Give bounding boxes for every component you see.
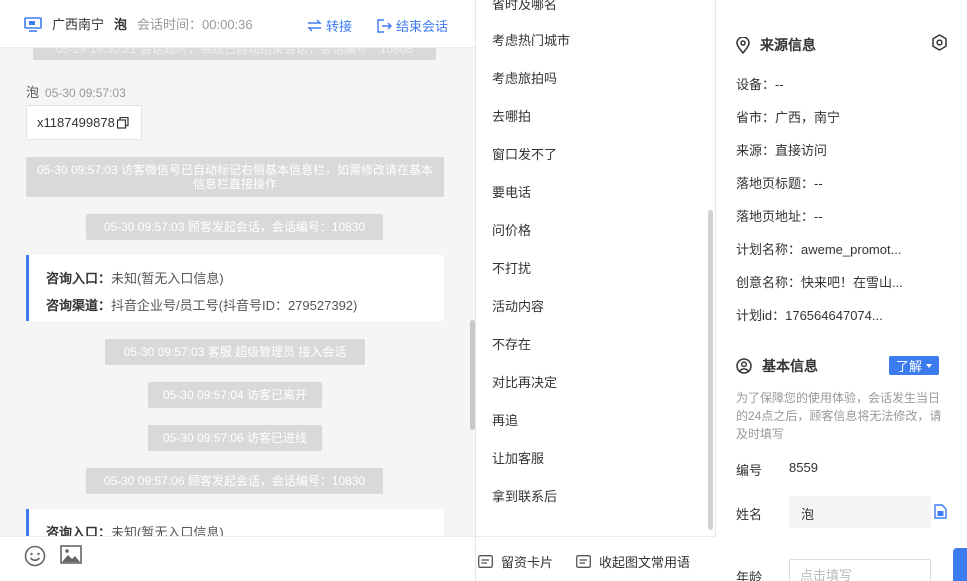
customer-info-pane: 来源信息 设备：-- 省市：广西，南宁 来源：直接访问 落地页标题：-- 落地页… xyxy=(716,0,967,581)
system-message: 05-30 09:57:06 顾客发起会话，会话编号：10830 xyxy=(86,468,383,494)
visitor-name: 泡 xyxy=(114,17,128,32)
phrase-item[interactable]: 要电话 xyxy=(492,182,531,201)
emoji-icon[interactable] xyxy=(24,545,46,567)
transfer-icon xyxy=(307,19,322,32)
collapse-phrases-button[interactable]: 收起图文常用语 xyxy=(576,552,690,571)
source-creative-name: 创意名称：快来吧！在雪山... xyxy=(736,275,903,290)
chat-toolbar xyxy=(0,536,475,581)
channel-value: 抖音企业号/员工号(抖音号ID：279527392) xyxy=(111,298,358,313)
system-message: 05-30 09:57:03 顾客发起会话，会话编号：10830 xyxy=(86,214,383,240)
source-plan-name: 计划名称：aweme_promot... xyxy=(736,242,902,257)
source-province-city: 省市：广西，南宁 xyxy=(736,110,841,125)
card-icon xyxy=(478,555,493,568)
source-info-title: 来源信息 xyxy=(736,35,816,55)
phrase-item[interactable]: 让加客服 xyxy=(492,448,544,467)
image-icon[interactable] xyxy=(60,545,82,565)
source-device: 设备：-- xyxy=(736,77,784,92)
floating-side-button[interactable] xyxy=(953,548,967,581)
phrase-item[interactable]: 不打扰 xyxy=(492,258,531,277)
transfer-label: 转接 xyxy=(326,19,353,34)
chat-pane: 05-29 19:30:21 会话超时，系统已自动结束会话，会话编号：10808… xyxy=(0,0,476,581)
phrase-item[interactable]: 窗口发不了 xyxy=(492,144,557,163)
phrase-scrollbar[interactable] xyxy=(708,210,713,530)
chat-header: 广西南宁 泡 会话时间：00:00:36 转接 结束会话 xyxy=(0,0,475,48)
leave-info-card-label: 留资卡片 xyxy=(501,555,554,570)
visitor-name-line: 泡 05-30 09:57:03 xyxy=(26,82,126,101)
system-message: 05-30 09:57:03 客服 超级管理员 接入会话 xyxy=(105,339,365,365)
phrase-item[interactable]: 不存在 xyxy=(492,334,531,353)
system-message: 05-30 09:57:03 访客微信号已自动标记右侧基本信息栏，如需修改请在基… xyxy=(26,157,444,197)
phrase-item[interactable]: 拿到联系后 xyxy=(492,486,557,505)
entry-label: 咨询入口： xyxy=(46,271,112,286)
copy-icon[interactable] xyxy=(934,504,947,519)
age-input[interactable] xyxy=(789,559,931,581)
phrase-item[interactable]: 考虑旅拍吗 xyxy=(492,68,557,87)
source-plan-id: 计划id：176564647074... xyxy=(736,308,883,323)
learn-more-dropdown[interactable]: 了解 xyxy=(889,356,939,375)
visitor-name: 泡 xyxy=(26,85,40,100)
basic-info-title: 基本信息 xyxy=(736,356,818,376)
phrase-item[interactable]: 考虑热门城市 xyxy=(492,30,570,49)
end-session-button[interactable]: 结束会话 xyxy=(377,16,448,35)
leave-info-card-button[interactable]: 留资卡片 xyxy=(478,552,553,571)
exit-icon xyxy=(377,18,392,33)
consult-info-card: 咨询入口：未知(暂无入口信息) 咨询渠道：抖音企业号/员工号(抖音号ID：279… xyxy=(26,255,444,321)
message-icon xyxy=(576,555,591,568)
end-session-label: 结束会话 xyxy=(396,19,449,34)
phrase-item[interactable]: 对比再决定 xyxy=(492,372,557,391)
visitor-msg-time: 05-30 09:57:03 xyxy=(45,86,126,100)
system-message: 05-30 09:57:06 访客已进线 xyxy=(148,425,322,451)
id-value: 8559 xyxy=(789,460,818,475)
channel-label: 咨询渠道： xyxy=(46,298,112,313)
name-field[interactable]: 泡 xyxy=(789,496,931,528)
chat-scrollbar[interactable] xyxy=(470,320,475,430)
phrase-footer: 留资卡片 收起图文常用语 xyxy=(476,536,716,581)
caret-down-icon xyxy=(926,363,932,368)
visitor-location: 广西南宁 xyxy=(52,17,105,32)
collapse-phrases-label: 收起图文常用语 xyxy=(599,555,691,570)
phrase-item[interactable]: 去哪拍 xyxy=(492,106,531,125)
message-list[interactable]: 05-29 19:30:21 会话超时，系统已自动结束会话，会话编号：10808… xyxy=(0,38,475,575)
session-duration: 会话时间：00:00:36 xyxy=(137,17,253,32)
wechat-id-text: x1187499878 xyxy=(37,115,115,130)
source-origin: 来源：直接访问 xyxy=(736,143,828,158)
transfer-button[interactable]: 转接 xyxy=(307,16,352,35)
system-message: 05-30 09:57:04 访客已离开 xyxy=(148,382,322,408)
phrase-item[interactable]: 省时及哪名 xyxy=(492,0,557,13)
phrase-item[interactable]: 再追 xyxy=(492,410,518,429)
copy-icon[interactable] xyxy=(116,116,129,129)
id-label: 编号 xyxy=(736,463,763,478)
quick-phrase-list: 省时及哪名 考虑热门城市 考虑旅拍吗 去哪拍 窗口发不了 要电话 问价格 不打扰… xyxy=(476,0,716,536)
monitor-icon xyxy=(24,16,42,32)
entry-value: 未知(暂无入口信息) xyxy=(111,271,224,286)
phrase-item[interactable]: 问价格 xyxy=(492,220,531,239)
basic-info-note: 为了保障您的使用体验，会话发生当日的24点之后，顾客信息将无法修改，请及时填写 xyxy=(736,391,942,441)
phrase-item[interactable]: 活动内容 xyxy=(492,296,544,315)
user-icon xyxy=(736,358,752,374)
visitor-message-bubble[interactable]: x1187499878 xyxy=(26,105,142,140)
age-label: 年龄 xyxy=(736,570,763,581)
location-pin-icon xyxy=(736,36,750,54)
source-landing-url: 落地页地址：-- xyxy=(736,209,823,224)
source-landing-title: 落地页标题：-- xyxy=(736,176,823,191)
name-label: 姓名 xyxy=(736,507,763,522)
settings-icon[interactable] xyxy=(931,34,948,51)
quick-phrase-pane: 省时及哪名 考虑热门城市 考虑旅拍吗 去哪拍 窗口发不了 要电话 问价格 不打扰… xyxy=(476,0,716,581)
